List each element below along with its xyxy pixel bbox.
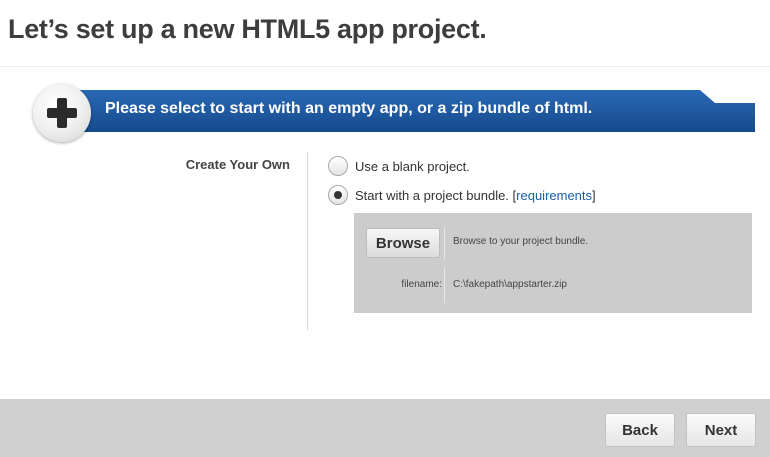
upload-panel: Browse Browse to your project bundle. fi… [354, 213, 752, 313]
step-banner: Please select to start with an empty app… [60, 89, 755, 132]
radio-blank-project[interactable] [328, 156, 348, 176]
browse-separator [444, 227, 445, 259]
filename-label: filename: [401, 279, 442, 290]
next-button[interactable]: Next [686, 413, 756, 447]
requirements-link[interactable]: requirements [516, 188, 592, 203]
back-button[interactable]: Back [605, 413, 675, 447]
option-project-bundle[interactable]: Start with a project bundle. [ requireme… [328, 185, 596, 205]
banner-text: Please select to start with an empty app… [105, 100, 593, 117]
radio-project-bundle[interactable] [328, 185, 348, 205]
page-title: Let’s set up a new HTML5 app project. [8, 14, 487, 44]
option-project-bundle-suffix: ] [592, 187, 596, 203]
option-project-bundle-label: Start with a project bundle. [ [355, 187, 517, 203]
option-blank-project-label: Use a blank project. [355, 158, 470, 174]
filename-value: C:\fakepath\appstarter.zip [453, 279, 567, 290]
create-your-own-label: Create Your Own [185, 157, 290, 172]
browse-hint: Browse to your project bundle. [453, 236, 589, 247]
browse-button[interactable]: Browse [366, 228, 440, 258]
option-blank-project[interactable]: Use a blank project. [328, 156, 470, 176]
header: Let’s set up a new HTML5 app project. [0, 0, 770, 66]
footer-bar: Back Next [0, 399, 770, 457]
form-divider [307, 152, 308, 330]
filename-separator [444, 267, 445, 303]
plus-icon [33, 84, 91, 142]
